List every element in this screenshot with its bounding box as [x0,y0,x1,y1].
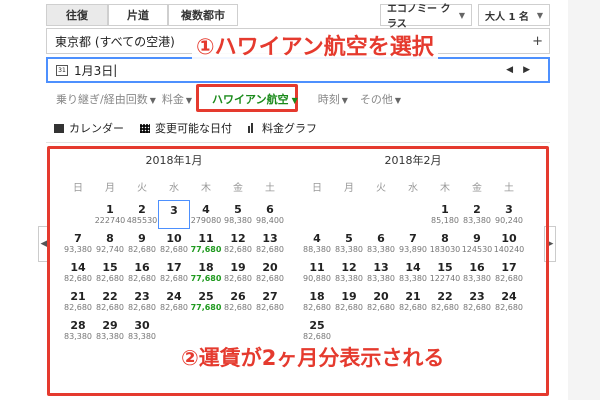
right-sidebar-edge [568,0,600,400]
left-margin [0,0,44,400]
calendar-view-button[interactable]: カレンダー [54,120,124,136]
flexible-dates-button[interactable]: 変更可能な日付 [140,120,232,136]
filter-bar: 乗り継ぎ/経由回数 ▼ 料金 ▼ ハワイアン航空 ▼ 時刻 ▼ その他 ▼ [46,86,550,112]
filter-price[interactable]: 料金 ▼ [162,91,192,107]
calendar-icon [54,123,64,133]
chevron-right-icon[interactable]: ▶ [523,65,540,75]
caret-down-icon: ▼ [291,96,298,105]
price-graph-button[interactable]: 料金グラフ [248,120,317,136]
filter-stops[interactable]: 乗り継ぎ/経由回数 ▼ [56,91,156,107]
annotation-step-2: ②運賃が2ヶ月分表示される [177,343,449,373]
plus-icon[interactable]: + [532,34,543,49]
annotation-step-1: ①ハワイアン航空を選択 [192,34,438,62]
cabin-class-select[interactable]: エコノミー クラス ▼ [380,4,472,30]
trip-type-roundtrip[interactable]: 往復 [46,4,108,26]
divider [46,142,550,143]
filter-airline[interactable]: ハワイアン航空 ▼ [208,89,302,109]
date-step-arrows[interactable]: ◀▶ [506,65,540,75]
chevron-left-icon[interactable]: ◀ [506,65,523,75]
caret-down-icon: ▼ [185,96,193,105]
caret-down-icon: ▼ [458,10,465,20]
trip-type-multicity[interactable]: 複数都市 [168,4,238,26]
grid-icon [140,123,150,133]
caret-down-icon: ▼ [536,10,543,20]
trip-type-oneway[interactable]: 片道 [108,4,168,26]
calendar-icon: 31 [56,64,68,76]
caret-down-icon: ▼ [341,96,348,105]
filter-times[interactable]: 時刻 ▼ [318,91,348,107]
bar-chart-icon [248,123,256,133]
caret-down-icon: ▼ [394,96,402,105]
passenger-select[interactable]: 大人 1 名 ▼ [478,4,550,26]
caret-down-icon: ▼ [149,96,156,105]
filter-more[interactable]: その他 ▼ [360,91,401,107]
view-toolbar: カレンダー 変更可能な日付 料金グラフ [54,118,333,138]
